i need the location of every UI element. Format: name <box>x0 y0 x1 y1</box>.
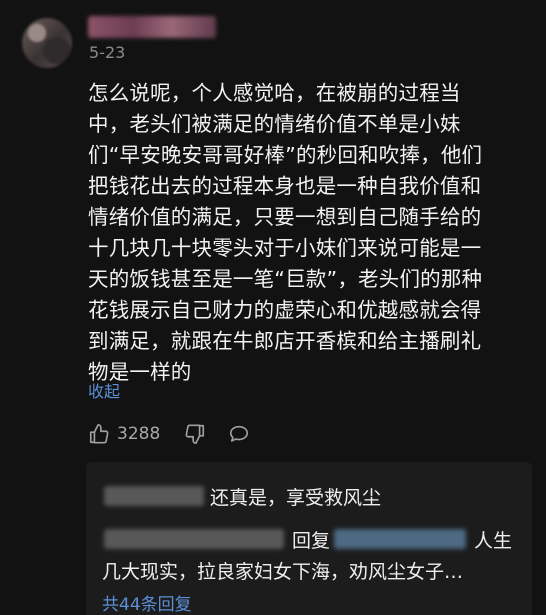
reply-button[interactable] <box>228 423 250 445</box>
comment-line: 十几块几十块零头对于小妹们来说可能是一 <box>88 236 482 260</box>
like-button[interactable]: 3288 <box>88 423 184 445</box>
replies-panel: 还真是，享受救风尘 回复 人生 几大现实，拉良家妇女下海，劝风尘女子… 共44条… <box>86 462 532 615</box>
comment-body: 怎么说呢，个人感觉哈，在被崩的过程当 中，老头们被满足的情绪价值不单是小妹 们“… <box>88 78 528 388</box>
comment-line: 物是一样的 <box>88 360 192 384</box>
reply-text: 还真是，享受救风尘 <box>210 487 382 509</box>
username-blurred[interactable] <box>88 16 216 38</box>
comment-line: 怎么说呢，个人感觉哈，在被崩的过程当 <box>88 81 461 105</box>
comment-date: 5-23 <box>89 43 126 62</box>
comment-line: 情绪价值的满足，只要一想到自己随手给的 <box>88 205 482 229</box>
comment-bubble-icon <box>228 423 250 445</box>
thumbs-down-icon <box>184 423 206 445</box>
comment-line: 把钱花出去的过程本身也是一种自我价值和 <box>88 174 482 198</box>
collapse-link[interactable]: 收起 <box>88 378 120 402</box>
reply-to-label: 回复 <box>292 530 331 552</box>
reply-text: 人生 <box>474 530 513 552</box>
avatar[interactable] <box>22 18 72 68</box>
comment-line: 中，老头们被满足的情绪价值不单是小妹 <box>88 112 461 136</box>
view-all-replies-link[interactable]: 共44条回复 <box>102 590 192 615</box>
like-count: 3288 <box>117 424 161 444</box>
dislike-button[interactable] <box>184 423 206 445</box>
comment-line: 天的饭钱甚至是一笔“巨款”，老头们的那种 <box>88 267 483 291</box>
reply-author-blurred[interactable] <box>104 529 284 549</box>
comment-line: 花钱展示自己财力的虚荣心和优越感就会得 <box>88 298 482 322</box>
comment-screen: 5-23 怎么说呢，个人感觉哈，在被崩的过程当 中，老头们被满足的情绪价值不单是… <box>0 0 546 615</box>
reply-target-blurred[interactable] <box>334 529 466 549</box>
comment-actions: 3288 <box>88 420 250 448</box>
comment-line: 到满足，就跟在牛郎店开香槟和给主播刷礼 <box>88 329 482 353</box>
comment-line: 们“早安晚安哥哥好棒”的秒回和吹捧，他们 <box>88 143 483 167</box>
thumbs-up-icon <box>88 423 110 445</box>
reply-text: 几大现实，拉良家妇女下海，劝风尘女子… <box>102 561 464 583</box>
reply-author-blurred[interactable] <box>104 486 204 506</box>
